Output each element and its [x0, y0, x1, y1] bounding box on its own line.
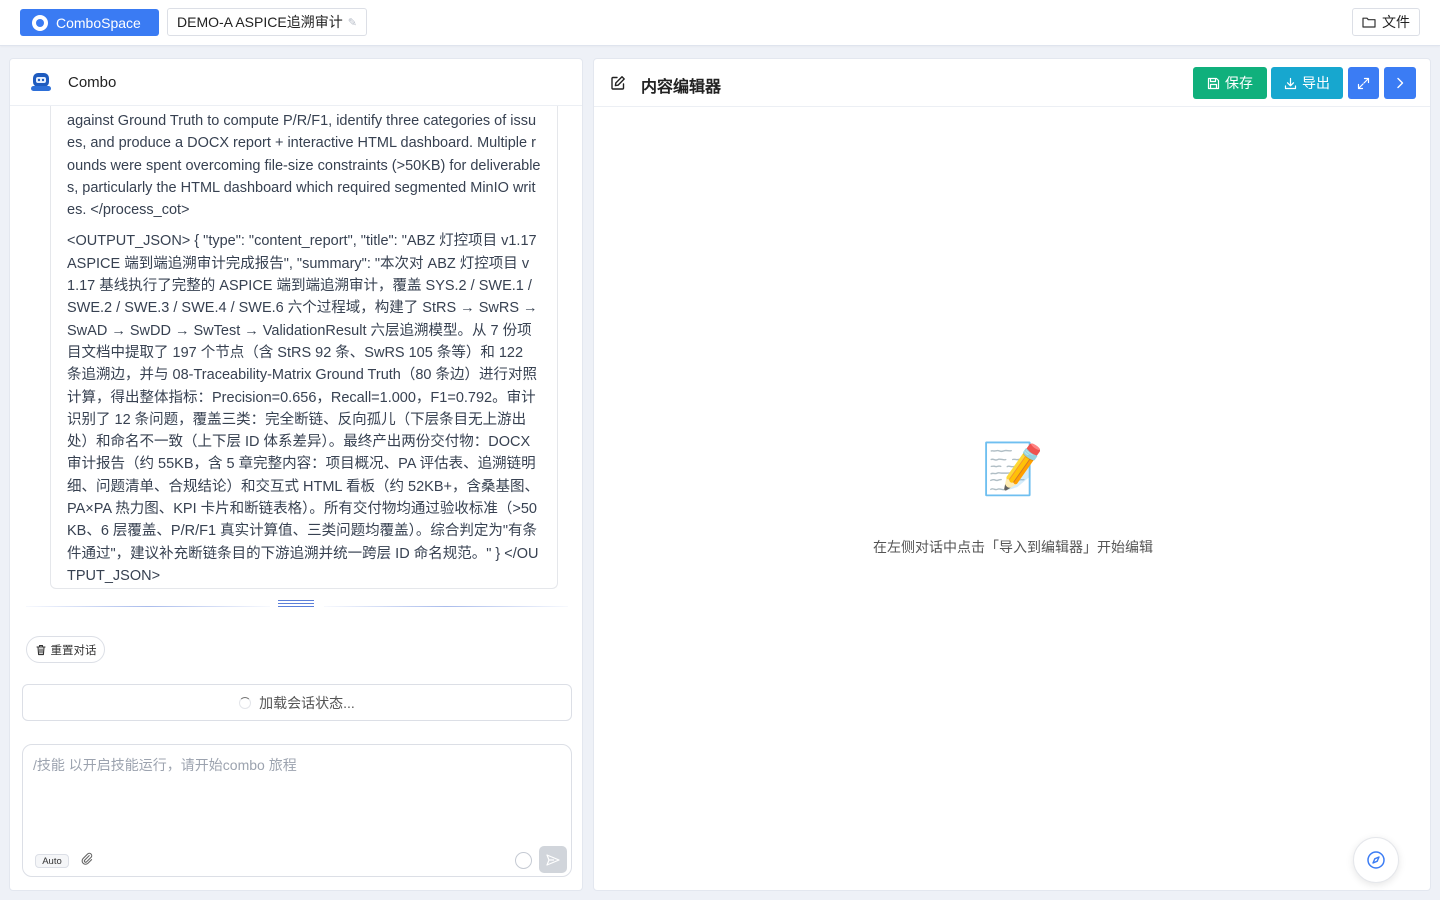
reset-label: 重置对话	[50, 644, 97, 657]
resize-handle[interactable]	[278, 600, 314, 612]
chat-header: Combo	[10, 59, 582, 106]
brand-logo-icon	[32, 14, 48, 31]
agent-name: Combo	[68, 73, 117, 91]
fullscreen-button[interactable]	[1348, 67, 1379, 99]
assistant-message-card: against Ground Truth to compute P/R/F1, …	[50, 106, 558, 589]
collapse-panel-button[interactable]	[1384, 67, 1416, 99]
save-button[interactable]: 保存	[1193, 67, 1267, 99]
send-icon	[546, 853, 560, 866]
empty-hint: 在左侧对话中点击「导入到编辑器」开始编辑	[873, 539, 1153, 555]
rename-icon[interactable]: ✎	[348, 16, 357, 29]
top-bar: ComboSpace DEMO-A ASPICE追溯审计 ✎ 文件	[0, 0, 1440, 46]
loading-text: 加载会话状态...	[259, 694, 355, 711]
bot-avatar-icon	[31, 73, 51, 91]
message-paragraph: <OUTPUT_JSON> { "type": "content_report"…	[67, 233, 539, 584]
project-name: DEMO-A ASPICE追溯审计	[177, 14, 343, 30]
editor-panel: 内容编辑器 保存 导出 📝 在左侧对话中点击「导入到编辑器」开始编辑	[593, 58, 1431, 891]
save-icon	[1207, 77, 1220, 89]
divider-line	[324, 606, 568, 607]
chevron-right-icon	[1397, 77, 1404, 89]
session-loading-status: 加载会话状态...	[22, 684, 572, 721]
resize-divider	[26, 597, 568, 617]
compass-icon	[1367, 851, 1385, 869]
loading-spinner-icon	[239, 696, 252, 709]
mode-badge[interactable]: Auto	[35, 854, 69, 868]
divider-line	[26, 606, 270, 607]
brand-button[interactable]: ComboSpace	[20, 9, 159, 36]
trash-icon	[35, 644, 46, 655]
reset-conversation-button[interactable]: 重置对话	[26, 636, 105, 663]
editor-header: 内容编辑器 保存 导出	[594, 59, 1430, 107]
export-button[interactable]: 导出	[1271, 67, 1343, 99]
project-name-tab[interactable]: DEMO-A ASPICE追溯审计 ✎	[167, 8, 367, 36]
brand-label: ComboSpace	[56, 14, 141, 31]
folder-icon	[1362, 17, 1376, 28]
compass-fab-button[interactable]	[1353, 837, 1399, 883]
editor-empty-state: 📝 在左侧对话中点击「导入到编辑器」开始编辑	[594, 439, 1430, 557]
save-label: 保存	[1225, 75, 1253, 91]
message-paragraph: against Ground Truth to compute P/R/F1, …	[67, 113, 541, 219]
memo-icon: 📝	[981, 441, 1045, 497]
export-label: 导出	[1302, 75, 1330, 91]
expand-icon	[1357, 77, 1370, 89]
download-icon	[1284, 77, 1297, 89]
message-input[interactable]	[33, 755, 561, 835]
edit-icon	[611, 76, 625, 90]
files-label: 文件	[1382, 14, 1410, 30]
paperclip-icon[interactable]	[80, 852, 94, 866]
chat-panel: Combo against Ground Truth to compute P/…	[9, 58, 583, 891]
status-ring-icon	[515, 852, 532, 869]
send-button[interactable]	[539, 846, 567, 873]
files-button[interactable]: 文件	[1352, 8, 1420, 36]
editor-title: 内容编辑器	[641, 79, 722, 96]
message-composer: Auto	[22, 744, 572, 877]
